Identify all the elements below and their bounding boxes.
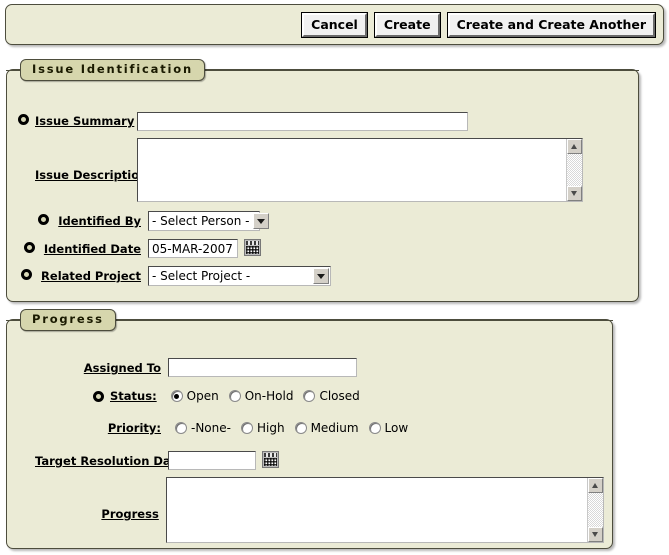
related-project-value: - Select Project - bbox=[152, 267, 309, 285]
calendar-icon-grid-target bbox=[264, 458, 277, 466]
assigned-to-label: Assigned To bbox=[35, 361, 161, 375]
issue-description-wrapper bbox=[137, 138, 583, 202]
calendar-icon-header bbox=[246, 241, 259, 245]
issue-identification-title: Issue Identification bbox=[20, 59, 205, 81]
field-row-identified-date: Identified Date bbox=[24, 239, 630, 258]
status-option-closed[interactable]: Closed bbox=[303, 389, 359, 403]
chevron-down-icon-identified-by[interactable] bbox=[253, 213, 269, 229]
identified-date-input[interactable] bbox=[148, 239, 238, 258]
priority-option-none-label: -None- bbox=[191, 421, 231, 435]
target-resolution-date-input[interactable] bbox=[168, 451, 256, 470]
field-row-priority: Priority: -None- High Medium Low bbox=[18, 421, 604, 435]
related-project-select[interactable]: - Select Project - bbox=[148, 266, 331, 286]
field-row-identified-by: Identified By - Select Person - bbox=[38, 211, 630, 231]
issue-description-label: Issue Description bbox=[35, 168, 130, 182]
status-option-closed-label: Closed bbox=[319, 389, 359, 403]
related-project-label: Related Project bbox=[38, 269, 141, 283]
identified-by-select[interactable]: - Select Person - bbox=[148, 211, 260, 231]
progress-region: Progress Assigned To Status: Open On-Hol… bbox=[6, 309, 613, 549]
progress-notes-label: Progress bbox=[35, 507, 159, 521]
issue-summary-input[interactable] bbox=[137, 112, 468, 131]
priority-option-high[interactable]: High bbox=[241, 421, 285, 435]
issue-description-scrollbar[interactable] bbox=[566, 139, 582, 201]
priority-radio-group: -None- High Medium Low bbox=[175, 421, 408, 435]
priority-option-medium-label: Medium bbox=[311, 421, 359, 435]
identified-by-label: Identified By bbox=[55, 214, 141, 228]
issue-description-textarea[interactable] bbox=[138, 139, 566, 201]
create-button[interactable]: Create bbox=[375, 13, 440, 37]
calendar-icon-header-target bbox=[264, 453, 277, 457]
field-row-issue-description: Issue Description bbox=[18, 138, 630, 202]
priority-option-medium[interactable]: Medium bbox=[295, 421, 359, 435]
scroll-down-arrow-icon[interactable] bbox=[567, 186, 582, 201]
region-rule-left bbox=[6, 70, 20, 71]
field-row-issue-summary: Issue Summary bbox=[18, 112, 630, 131]
field-row-assigned-to: Assigned To bbox=[18, 358, 604, 377]
priority-option-low[interactable]: Low bbox=[369, 421, 409, 435]
required-field-icon-status bbox=[93, 391, 104, 402]
region-rule-right bbox=[178, 70, 639, 71]
calendar-icon-identified-date[interactable] bbox=[244, 239, 261, 256]
calendar-icon-grid bbox=[246, 246, 259, 254]
priority-label: Priority: bbox=[35, 421, 161, 435]
target-resolution-date-label: Target Resolution Date bbox=[35, 454, 161, 468]
required-field-icon-issue-summary bbox=[18, 114, 29, 125]
progress-notes-textarea[interactable] bbox=[167, 478, 587, 542]
priority-option-none[interactable]: -None- bbox=[175, 421, 231, 435]
radio-icon-medium[interactable] bbox=[295, 422, 307, 434]
field-row-related-project: Related Project - Select Project - bbox=[21, 266, 630, 286]
status-label: Status: bbox=[110, 389, 157, 403]
priority-option-low-label: Low bbox=[385, 421, 409, 435]
progress-rule-left bbox=[6, 320, 20, 321]
identified-by-value: - Select Person - bbox=[152, 212, 249, 230]
assigned-to-input[interactable] bbox=[168, 358, 357, 377]
required-field-icon-related-project bbox=[21, 269, 32, 280]
status-option-open[interactable]: Open bbox=[171, 389, 219, 403]
issue-identification-region: Issue Identification Issue Summary Issue… bbox=[6, 59, 639, 302]
chevron-down-icon-related-project[interactable] bbox=[313, 268, 329, 284]
issue-summary-label: Issue Summary bbox=[35, 114, 130, 128]
radio-icon-on-hold[interactable] bbox=[229, 390, 241, 402]
field-row-status: Status: Open On-Hold Closed bbox=[18, 389, 604, 403]
status-option-open-label: Open bbox=[187, 389, 219, 403]
status-radio-group: Open On-Hold Closed bbox=[171, 389, 360, 403]
priority-option-high-label: High bbox=[257, 421, 285, 435]
field-row-target-resolution-date: Target Resolution Date bbox=[18, 451, 604, 470]
action-bar: Cancel Create Create and Create Another bbox=[5, 4, 664, 45]
radio-icon-open[interactable] bbox=[171, 390, 183, 402]
scroll-down-arrow-icon-progress[interactable] bbox=[588, 527, 603, 542]
field-row-progress-notes: Progress bbox=[18, 477, 604, 543]
progress-title: Progress bbox=[20, 309, 116, 331]
progress-rule-right bbox=[110, 320, 613, 321]
cancel-button[interactable]: Cancel bbox=[302, 13, 367, 37]
progress-notes-scrollbar[interactable] bbox=[587, 478, 603, 542]
radio-icon-closed[interactable] bbox=[303, 390, 315, 402]
scroll-up-arrow-icon[interactable] bbox=[567, 139, 582, 154]
status-option-on-hold[interactable]: On-Hold bbox=[229, 389, 294, 403]
radio-icon-high[interactable] bbox=[241, 422, 253, 434]
identified-date-label: Identified Date bbox=[41, 242, 141, 256]
status-option-on-hold-label: On-Hold bbox=[245, 389, 294, 403]
calendar-icon-target-resolution-date[interactable] bbox=[262, 451, 279, 468]
progress-notes-wrapper bbox=[166, 477, 604, 543]
required-field-icon-identified-by bbox=[38, 214, 49, 225]
scroll-up-arrow-icon-progress[interactable] bbox=[588, 478, 603, 493]
required-field-icon-identified-date bbox=[24, 242, 35, 253]
create-and-create-another-button[interactable]: Create and Create Another bbox=[448, 13, 655, 37]
radio-icon-low[interactable] bbox=[369, 422, 381, 434]
radio-icon-none[interactable] bbox=[175, 422, 187, 434]
